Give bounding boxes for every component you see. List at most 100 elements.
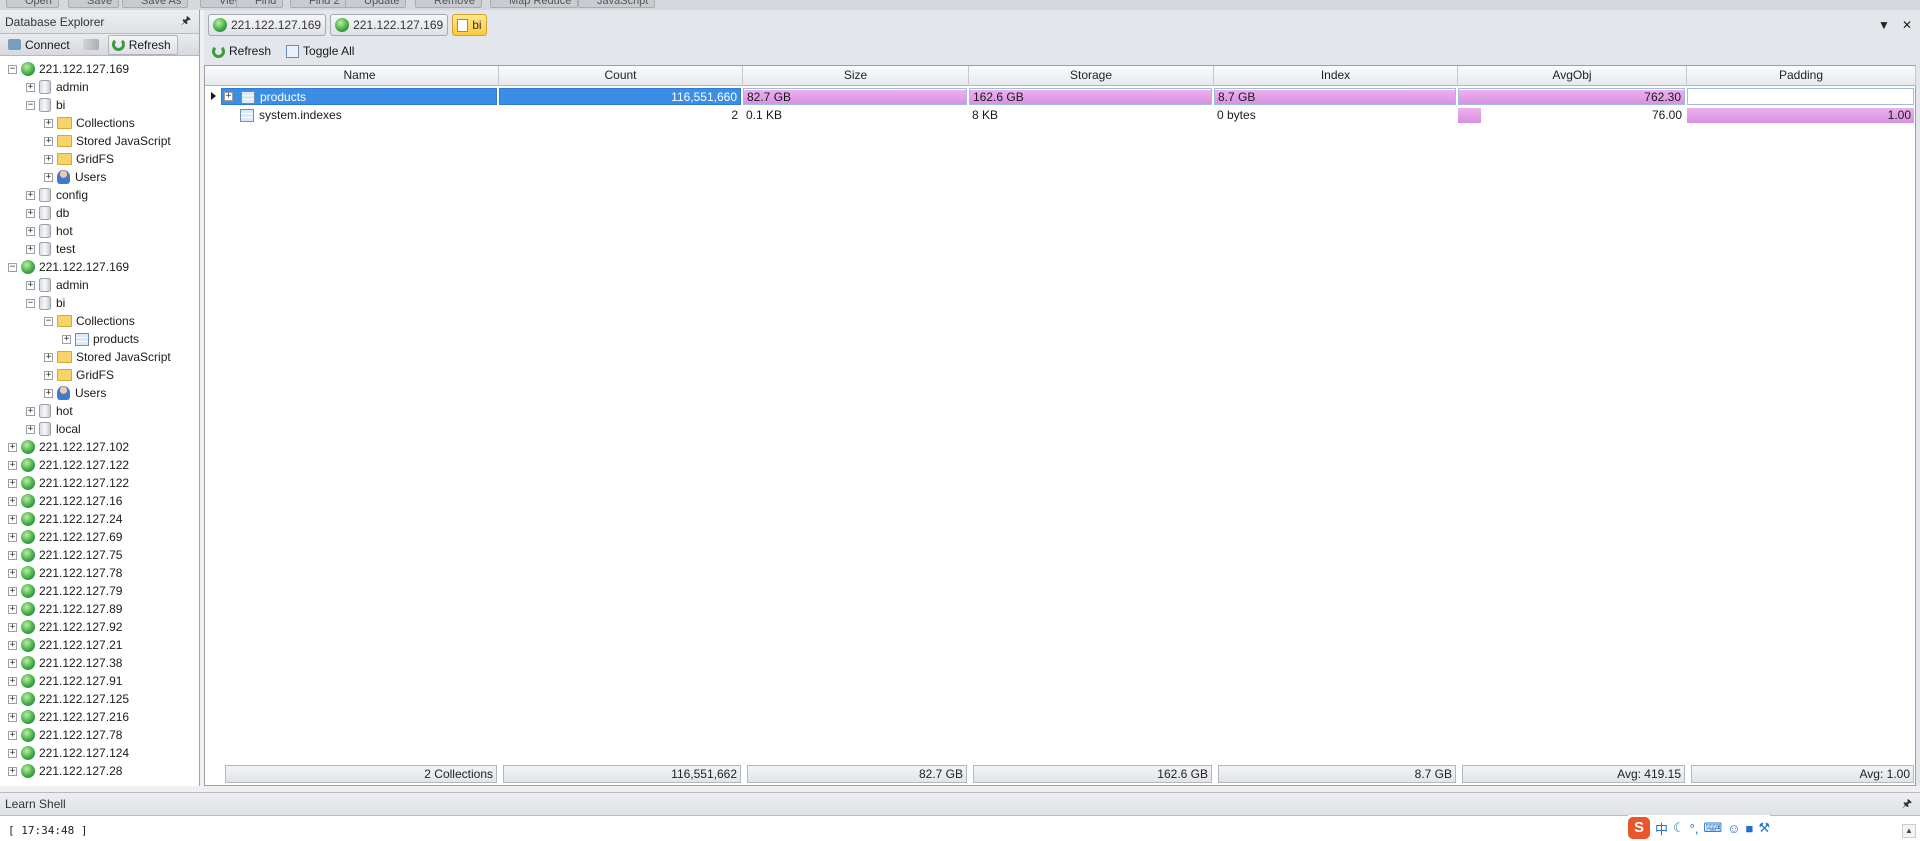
column-header-name[interactable]: Name: [221, 66, 499, 86]
tree-node-folder[interactable]: + GridFS: [44, 366, 114, 384]
expand-icon[interactable]: +: [26, 190, 35, 200]
toolbar-button-remove[interactable]: Remove: [415, 0, 482, 8]
tree-node-db[interactable]: + admin: [26, 276, 89, 294]
cell-padding[interactable]: [1687, 88, 1914, 105]
expand-icon[interactable]: +: [8, 694, 17, 704]
cell-index[interactable]: 8.7 GB: [1214, 88, 1456, 105]
table-row[interactable]: system.indexes 2 0.1 KB 8 KB 0 bytes 76.00 1.0…: [205, 106, 1915, 125]
tree-node-server[interactable]: +221.122.127.122: [8, 474, 129, 492]
tree-node-user[interactable]: + Users: [44, 168, 106, 186]
tree-node-folder[interactable]: − Collections: [44, 312, 135, 330]
expand-icon[interactable]: +: [8, 496, 17, 506]
tree-node-server[interactable]: +221.122.127.92: [8, 618, 122, 636]
refresh-button[interactable]: Refresh: [208, 41, 278, 61]
cell-size[interactable]: 82.7 GB: [743, 88, 967, 105]
tree-node-db[interactable]: + hot: [26, 222, 73, 240]
cell-storage[interactable]: 8 KB: [969, 107, 1212, 124]
toolbar-button-find-2[interactable]: Find 2: [290, 0, 347, 8]
tree-node-server[interactable]: +221.122.127.124: [8, 744, 129, 762]
close-document-icon[interactable]: ✕: [1902, 18, 1912, 32]
tree-node-server[interactable]: +221.122.127.75: [8, 546, 122, 564]
cell-avgobj[interactable]: 762.30: [1458, 88, 1685, 105]
connect-button[interactable]: Connect: [4, 35, 77, 55]
document-tab[interactable]: 221.122.127.169: [208, 14, 327, 36]
disconnect-button[interactable]: [79, 35, 106, 55]
tree-node-db[interactable]: + test: [26, 240, 75, 258]
punctuation-icon[interactable]: °,: [1690, 821, 1699, 836]
cell-size[interactable]: 0.1 KB: [743, 107, 967, 124]
tree-node-db[interactable]: + hot: [26, 402, 73, 420]
tree-node-folder[interactable]: + Stored JavaScript: [44, 132, 171, 150]
tree-node-server[interactable]: − 221.122.127.169: [8, 60, 129, 78]
keyboard-icon[interactable]: ⌨: [1703, 820, 1722, 836]
tree-node-server[interactable]: +221.122.127.24: [8, 510, 122, 528]
tree-node-db[interactable]: − bi: [26, 96, 65, 114]
explorer-refresh-button[interactable]: Refresh: [107, 34, 178, 55]
tree-node-server[interactable]: +221.122.127.78: [8, 564, 122, 582]
tree-node-server[interactable]: +221.122.127.89: [8, 600, 122, 618]
toolbar-button-map-reduce[interactable]: Map Reduce: [490, 0, 579, 8]
expand-icon[interactable]: +: [224, 92, 233, 101]
cell-count[interactable]: 116,551,660: [499, 88, 741, 105]
column-header-count[interactable]: Count: [499, 66, 743, 86]
expand-icon[interactable]: +: [8, 460, 17, 470]
expand-icon[interactable]: +: [8, 442, 17, 452]
cell-padding[interactable]: 1.00: [1687, 107, 1914, 124]
scroll-up-icon[interactable]: ▲: [1902, 824, 1916, 838]
toolbar-button-find[interactable]: Find: [236, 0, 284, 8]
expand-icon[interactable]: +: [44, 154, 53, 164]
expand-icon[interactable]: +: [8, 766, 17, 776]
tree-node-server[interactable]: +221.122.127.28: [8, 762, 122, 780]
expand-icon[interactable]: +: [8, 640, 17, 650]
expand-icon[interactable]: +: [8, 730, 17, 740]
column-header-index[interactable]: Index: [1214, 66, 1458, 86]
expand-icon[interactable]: +: [26, 244, 35, 254]
document-tab[interactable]: bi: [452, 14, 487, 36]
expand-icon[interactable]: +: [44, 136, 53, 146]
toolbar-button-update[interactable]: Update: [345, 0, 407, 8]
tree-node-server[interactable]: − 221.122.127.169: [8, 258, 129, 276]
expand-icon[interactable]: +: [8, 478, 17, 488]
expand-icon[interactable]: +: [26, 424, 35, 434]
document-tab[interactable]: 221.122.127.169: [330, 14, 449, 36]
column-header-size[interactable]: Size: [743, 66, 969, 86]
tree-node-db[interactable]: + local: [26, 420, 81, 438]
shirt-icon[interactable]: ■: [1745, 821, 1753, 836]
column-header-padding[interactable]: Padding: [1687, 66, 1916, 86]
cell-avgobj[interactable]: 76.00: [1458, 107, 1685, 124]
column-header-avgobj[interactable]: AvgObj: [1458, 66, 1687, 86]
tree-node-server[interactable]: +221.122.127.216: [8, 708, 129, 726]
expand-icon[interactable]: +: [8, 622, 17, 632]
tree-node-server[interactable]: +221.122.127.69: [8, 528, 122, 546]
toolbar-button-save[interactable]: Save: [68, 0, 120, 8]
collapse-icon[interactable]: −: [8, 262, 17, 272]
tree-node-db[interactable]: + db: [26, 204, 69, 222]
user-icon[interactable]: ☺: [1727, 821, 1740, 836]
tree-node-server[interactable]: +221.122.127.125: [8, 690, 129, 708]
cell-storage[interactable]: 162.6 GB: [969, 88, 1212, 105]
expand-icon[interactable]: +: [8, 604, 17, 614]
cell-name[interactable]: + products: [221, 88, 497, 105]
expand-icon[interactable]: +: [26, 208, 35, 218]
expand-icon[interactable]: +: [8, 676, 17, 686]
expand-icon[interactable]: +: [44, 388, 53, 398]
cell-count[interactable]: 2: [499, 107, 741, 124]
expand-icon[interactable]: +: [8, 658, 17, 668]
tree-node-server[interactable]: +221.122.127.21: [8, 636, 122, 654]
expand-icon[interactable]: +: [44, 370, 53, 380]
tree-node-server[interactable]: +221.122.127.16: [8, 492, 122, 510]
moon-icon[interactable]: ☾: [1673, 820, 1685, 836]
tree-node-table[interactable]: + products: [62, 330, 139, 348]
tree-node-server[interactable]: +221.122.127.38: [8, 654, 122, 672]
collapse-icon[interactable]: −: [8, 64, 17, 74]
expand-icon[interactable]: +: [8, 568, 17, 578]
tree-node-folder[interactable]: + Collections: [44, 114, 135, 132]
expand-icon[interactable]: +: [44, 118, 53, 128]
pin-icon[interactable]: 🖈: [181, 12, 191, 31]
expand-icon[interactable]: +: [62, 334, 71, 344]
tab-list-dropdown-icon[interactable]: ▼: [1878, 18, 1890, 32]
expand-icon[interactable]: +: [8, 748, 17, 758]
expand-icon[interactable]: +: [26, 406, 35, 416]
toggle-all-button[interactable]: Toggle All: [282, 41, 361, 61]
tree-node-db[interactable]: + admin: [26, 78, 89, 96]
